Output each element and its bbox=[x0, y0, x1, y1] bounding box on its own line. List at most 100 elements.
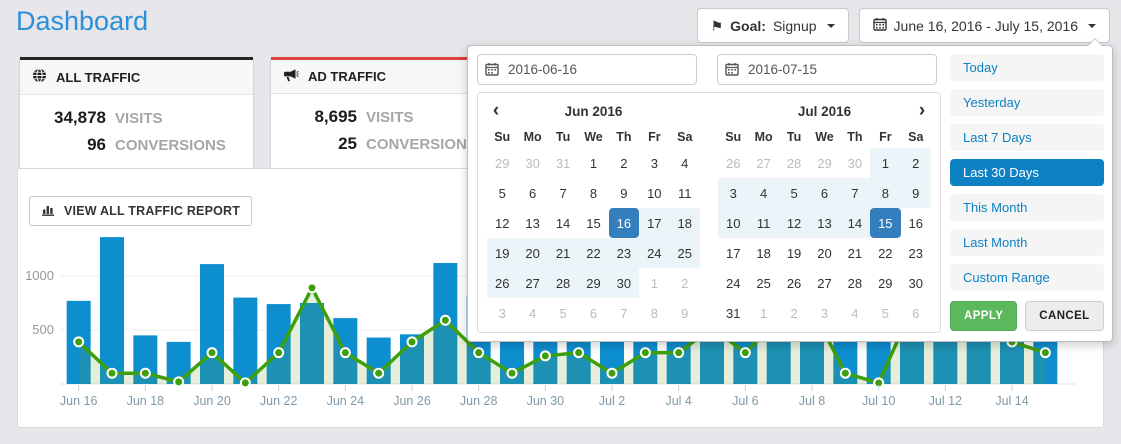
day-cell[interactable]: 1 bbox=[578, 148, 608, 178]
day-cell[interactable]: 29 bbox=[809, 148, 839, 178]
day-cell[interactable]: 13 bbox=[517, 208, 547, 238]
day-cell[interactable]: 9 bbox=[609, 178, 639, 208]
day-cell[interactable]: 18 bbox=[748, 238, 778, 268]
day-cell[interactable]: 29 bbox=[487, 148, 517, 178]
day-cell[interactable]: 6 bbox=[578, 298, 608, 328]
day-cell[interactable]: 2 bbox=[779, 298, 809, 328]
day-cell[interactable]: 2 bbox=[901, 148, 931, 178]
day-cell[interactable]: 30 bbox=[901, 268, 931, 298]
end-date-input[interactable] bbox=[717, 54, 937, 85]
day-cell[interactable]: 2 bbox=[609, 148, 639, 178]
day-cell[interactable]: 25 bbox=[748, 268, 778, 298]
day-cell[interactable]: 5 bbox=[548, 298, 578, 328]
day-cell[interactable]: 7 bbox=[840, 178, 870, 208]
day-cell[interactable]: 24 bbox=[718, 268, 748, 298]
day-cell[interactable]: 23 bbox=[901, 238, 931, 268]
day-cell[interactable]: 1 bbox=[870, 148, 900, 178]
day-cell[interactable]: 28 bbox=[840, 268, 870, 298]
range-option-today[interactable]: Today bbox=[950, 54, 1104, 81]
range-option-yesterday[interactable]: Yesterday bbox=[950, 89, 1104, 116]
day-cell[interactable]: 28 bbox=[548, 268, 578, 298]
day-cell[interactable]: 5 bbox=[870, 298, 900, 328]
day-cell[interactable]: 15 bbox=[578, 208, 608, 238]
day-cell[interactable]: 1 bbox=[748, 298, 778, 328]
day-cell[interactable]: 8 bbox=[639, 298, 669, 328]
range-option-last-30-days[interactable]: Last 30 Days bbox=[950, 159, 1104, 186]
view-all-traffic-report-button[interactable]: VIEW ALL TRAFFIC REPORT bbox=[29, 196, 252, 226]
day-cell[interactable]: 14 bbox=[840, 208, 870, 238]
day-cell-selected[interactable]: 16 bbox=[609, 208, 639, 238]
day-cell[interactable]: 14 bbox=[548, 208, 578, 238]
day-cell[interactable]: 4 bbox=[840, 298, 870, 328]
range-option-last-month[interactable]: Last Month bbox=[950, 229, 1104, 256]
range-option-last-7-days[interactable]: Last 7 Days bbox=[950, 124, 1104, 151]
day-cell[interactable]: 11 bbox=[748, 208, 778, 238]
day-cell[interactable]: 21 bbox=[840, 238, 870, 268]
day-cell[interactable]: 9 bbox=[901, 178, 931, 208]
range-option-custom-range[interactable]: Custom Range bbox=[950, 264, 1104, 291]
day-cell[interactable]: 26 bbox=[779, 268, 809, 298]
day-cell[interactable]: 7 bbox=[609, 298, 639, 328]
day-cell[interactable]: 4 bbox=[517, 298, 547, 328]
day-cell[interactable]: 27 bbox=[748, 148, 778, 178]
range-option-this-month[interactable]: This Month bbox=[950, 194, 1104, 221]
day-cell[interactable]: 27 bbox=[809, 268, 839, 298]
day-cell[interactable]: 22 bbox=[870, 238, 900, 268]
day-cell[interactable]: 31 bbox=[548, 148, 578, 178]
day-cell[interactable]: 18 bbox=[670, 208, 700, 238]
day-cell[interactable]: 21 bbox=[548, 238, 578, 268]
day-cell[interactable]: 9 bbox=[670, 298, 700, 328]
next-month-icon[interactable]: › bbox=[913, 98, 931, 124]
day-cell[interactable]: 13 bbox=[809, 208, 839, 238]
day-cell[interactable]: 3 bbox=[809, 298, 839, 328]
day-cell[interactable]: 29 bbox=[870, 268, 900, 298]
day-cell[interactable]: 29 bbox=[578, 268, 608, 298]
daterange-dropdown-button[interactable]: June 16, 2016 - July 15, 2016 bbox=[859, 8, 1110, 43]
day-cell[interactable]: 27 bbox=[517, 268, 547, 298]
day-cell[interactable]: 1 bbox=[639, 268, 669, 298]
start-date-input[interactable] bbox=[477, 54, 697, 85]
day-cell[interactable]: 30 bbox=[517, 148, 547, 178]
day-cell[interactable]: 3 bbox=[639, 148, 669, 178]
day-cell[interactable]: 6 bbox=[901, 298, 931, 328]
apply-button[interactable]: APPLY bbox=[950, 301, 1017, 331]
day-cell[interactable]: 6 bbox=[517, 178, 547, 208]
day-cell-selected[interactable]: 15 bbox=[870, 208, 900, 238]
day-cell[interactable]: 20 bbox=[809, 238, 839, 268]
day-cell[interactable]: 30 bbox=[840, 148, 870, 178]
day-cell[interactable]: 5 bbox=[487, 178, 517, 208]
day-cell[interactable]: 8 bbox=[870, 178, 900, 208]
day-cell[interactable]: 3 bbox=[487, 298, 517, 328]
day-cell[interactable]: 25 bbox=[670, 238, 700, 268]
day-cell[interactable]: 2 bbox=[670, 268, 700, 298]
day-cell[interactable]: 16 bbox=[901, 208, 931, 238]
day-cell[interactable]: 19 bbox=[487, 238, 517, 268]
day-cell[interactable]: 23 bbox=[609, 238, 639, 268]
day-cell[interactable]: 31 bbox=[718, 298, 748, 328]
day-cell[interactable]: 22 bbox=[578, 238, 608, 268]
day-cell[interactable]: 17 bbox=[639, 208, 669, 238]
day-cell[interactable]: 12 bbox=[487, 208, 517, 238]
prev-month-icon[interactable]: ‹ bbox=[487, 98, 505, 124]
day-cell[interactable]: 7 bbox=[548, 178, 578, 208]
day-cell[interactable]: 11 bbox=[670, 178, 700, 208]
day-cell[interactable]: 12 bbox=[779, 208, 809, 238]
day-cell[interactable]: 6 bbox=[809, 178, 839, 208]
day-cell[interactable]: 26 bbox=[718, 148, 748, 178]
day-cell[interactable]: 19 bbox=[779, 238, 809, 268]
day-cell[interactable]: 8 bbox=[578, 178, 608, 208]
day-cell[interactable]: 26 bbox=[487, 268, 517, 298]
day-cell[interactable]: 30 bbox=[609, 268, 639, 298]
day-cell[interactable]: 28 bbox=[779, 148, 809, 178]
day-cell[interactable]: 4 bbox=[748, 178, 778, 208]
day-cell[interactable]: 10 bbox=[718, 208, 748, 238]
day-cell[interactable]: 3 bbox=[718, 178, 748, 208]
day-cell[interactable]: 5 bbox=[779, 178, 809, 208]
day-cell[interactable]: 20 bbox=[517, 238, 547, 268]
day-cell[interactable]: 10 bbox=[639, 178, 669, 208]
goal-dropdown-button[interactable]: ⚑ Goal: Signup bbox=[697, 8, 849, 43]
day-cell[interactable]: 24 bbox=[639, 238, 669, 268]
cancel-button[interactable]: CANCEL bbox=[1025, 301, 1103, 331]
day-cell[interactable]: 4 bbox=[670, 148, 700, 178]
day-cell[interactable]: 17 bbox=[718, 238, 748, 268]
